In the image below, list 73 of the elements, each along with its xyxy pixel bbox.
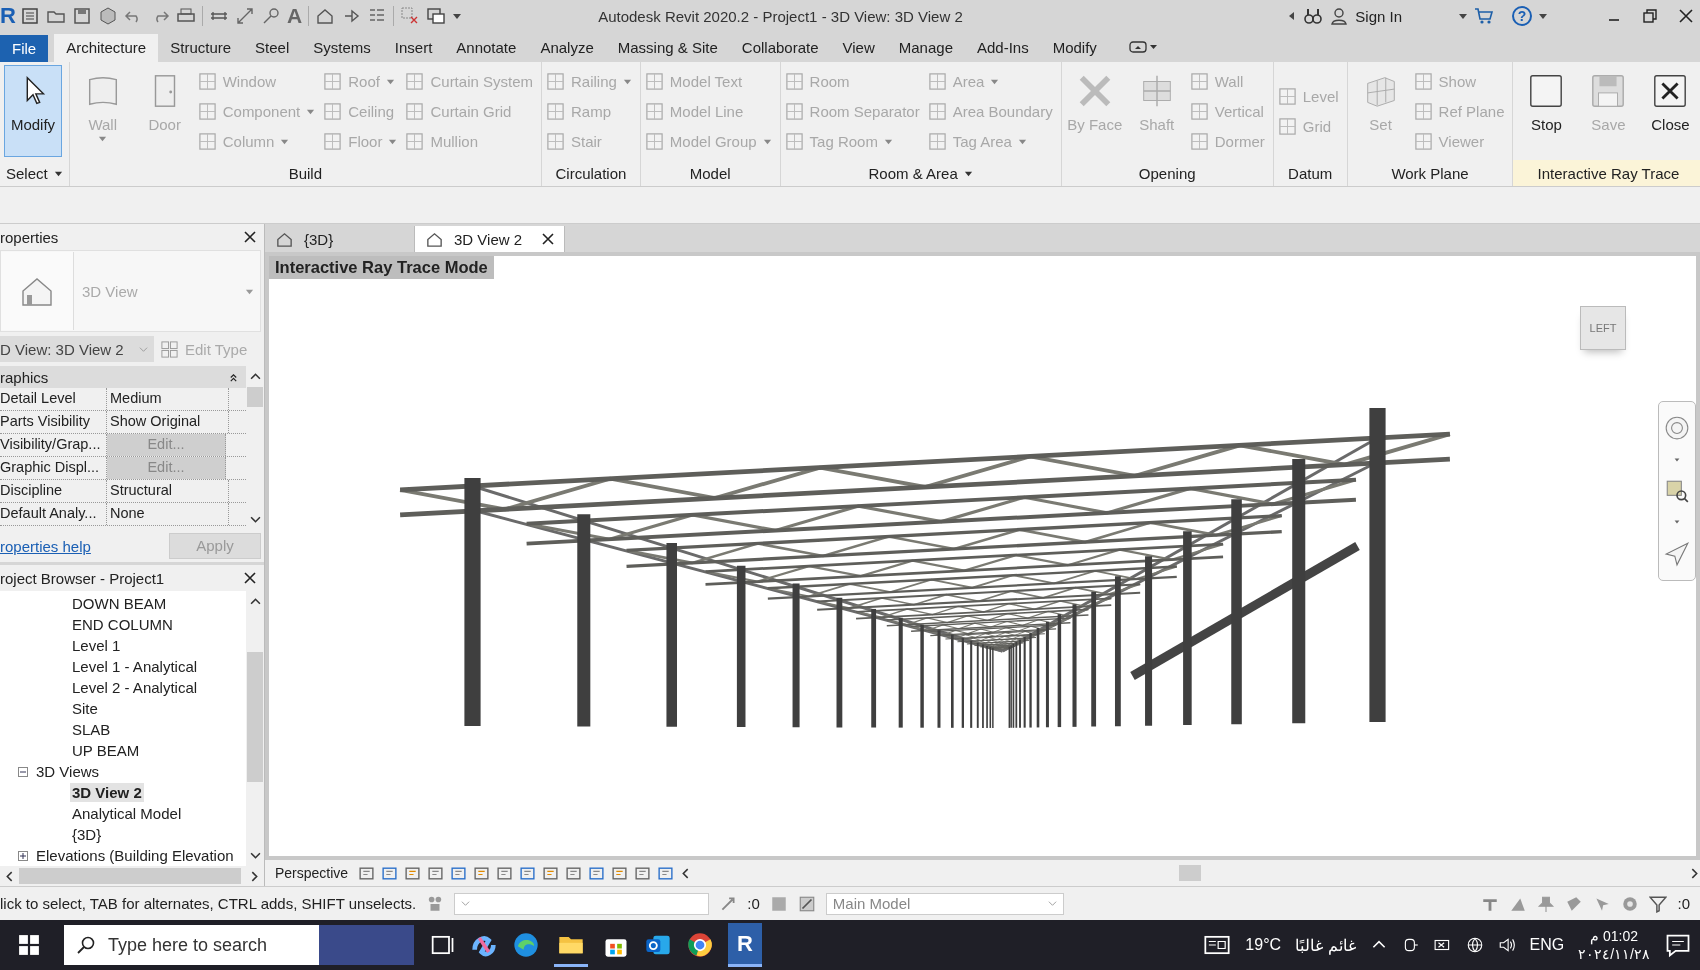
sign-in-link[interactable]: Sign In — [1355, 7, 1402, 25]
help-link[interactable]: roperties help — [0, 537, 91, 555]
mode-banner: Interactive Ray Trace Mode — [269, 256, 494, 279]
tree-item[interactable]: 3D Views — [34, 762, 102, 781]
ribbon-tab[interactable]: File — [0, 35, 49, 62]
ribbon-tab[interactable]: Annotate — [444, 34, 529, 62]
property-name: Parts Visibility — [0, 411, 107, 433]
app-tile[interactable]: R — [728, 923, 762, 967]
ribbon-tab[interactable]: Collaborate — [729, 34, 831, 62]
text-tool[interactable]: A — [287, 4, 303, 28]
tree-item[interactable]: SLAB — [70, 720, 113, 739]
panel-title[interactable]: Opening — [1061, 160, 1273, 186]
window-title: Autodesk Revit 2020.2 - Project1 - 3D View: 3D View 2 — [598, 7, 964, 25]
temperature[interactable]: 19°C — [1245, 936, 1282, 954]
ribbon-tab[interactable]: Add-Ins — [965, 34, 1041, 62]
ribbon-tab[interactable]: Architecture — [54, 34, 159, 62]
ribbon-tool-button[interactable]: Close — [1641, 65, 1700, 157]
help-button[interactable]: ? — [1512, 6, 1532, 26]
status-message: lick to select, TAB for alternates, CTRL adds, SHIFT unselects. — [0, 895, 417, 912]
ribbon-tab[interactable]: Modify — [1040, 34, 1109, 62]
app-logo[interactable]: R — [0, 3, 14, 29]
clock-time[interactable]: 01:02 م — [1590, 927, 1639, 945]
taskbar-search-field[interactable]: Type here to search — [64, 925, 319, 965]
weather-text[interactable]: غائم غالبًا — [1295, 935, 1356, 955]
panel-title[interactable]: Work Plane — [1347, 160, 1513, 186]
view-cube[interactable]: LEFT — [1580, 306, 1626, 350]
selection-count: :0 — [1677, 895, 1690, 912]
panel-title[interactable]: Circulation — [542, 160, 640, 186]
language-indicator[interactable]: ENG — [1529, 936, 1565, 954]
panel-title: roperties — [0, 228, 59, 246]
view-scale-label[interactable]: Perspective — [275, 865, 349, 881]
ribbon-tab[interactable]: Steel — [243, 34, 302, 62]
property-value[interactable]: Show Original — [107, 411, 229, 433]
workset-count: :0 — [747, 895, 760, 912]
ribbon-tab[interactable]: Insert — [382, 34, 445, 62]
ribbon-tab[interactable]: Manage — [886, 34, 965, 62]
tree-item[interactable]: {3D} — [70, 825, 104, 844]
tree-item[interactable]: Level 2 - Analytical — [70, 678, 200, 697]
property-value[interactable]: Medium — [107, 388, 229, 410]
panel-title[interactable]: Room & Area — [780, 160, 1061, 186]
panel-title: roject Browser - Project1 — [0, 569, 165, 587]
tree-item[interactable]: UP BEAM — [70, 741, 142, 760]
property-name: Detail Level — [0, 388, 107, 410]
tree-item[interactable]: END COLUMN — [70, 615, 175, 634]
ribbon-tool-button[interactable]: Stop — [1517, 65, 1576, 157]
property-name: Discipline — [0, 480, 107, 502]
panel-title[interactable]: Model — [640, 160, 780, 186]
tree-item[interactable]: Analytical Model — [70, 804, 184, 823]
tree-item[interactable]: Elevations (Building Elevation — [34, 846, 236, 865]
ribbon-tab[interactable]: Systems — [301, 34, 383, 62]
tree-item[interactable]: DOWN BEAM — [70, 594, 169, 613]
panel-title[interactable]: Interactive Ray Trace — [1513, 160, 1700, 186]
property-value[interactable]: None — [107, 503, 229, 525]
tree-item[interactable]: Level 1 — [70, 636, 123, 655]
ribbon-tab[interactable]: Massing & Site — [605, 34, 730, 62]
tree-item[interactable]: Site — [70, 699, 100, 718]
document-tab[interactable]: 3D View 2 — [415, 226, 565, 252]
property-value[interactable]: Structural — [107, 480, 229, 502]
panel-title[interactable]: Build — [69, 160, 541, 186]
property-name: Default Analy... — [0, 503, 107, 525]
view-dropdown[interactable]: D View: 3D View 2 — [0, 336, 154, 362]
panel-title[interactable]: Datum — [1273, 160, 1347, 186]
design-option-dropdown[interactable]: Main Model — [825, 892, 1064, 915]
tree-item[interactable]: 3D View 2 — [70, 783, 144, 802]
3d-viewport[interactable]: Interactive Ray Trace Mode LEFT — [265, 252, 1700, 860]
ribbon-tab[interactable]: Analyze — [528, 34, 606, 62]
ribbon-tool-button[interactable]: Modify — [4, 65, 62, 157]
clock-date[interactable]: ٢٠٢٤/١١/٢٨ — [1578, 945, 1650, 963]
tree-item[interactable]: Level 1 - Analytical — [70, 657, 200, 676]
ribbon-tab[interactable]: Structure — [158, 34, 244, 62]
ribbon-tab[interactable]: View — [830, 34, 887, 62]
group-header[interactable]: raphics — [0, 366, 246, 388]
panel-title[interactable]: Select — [0, 160, 69, 186]
